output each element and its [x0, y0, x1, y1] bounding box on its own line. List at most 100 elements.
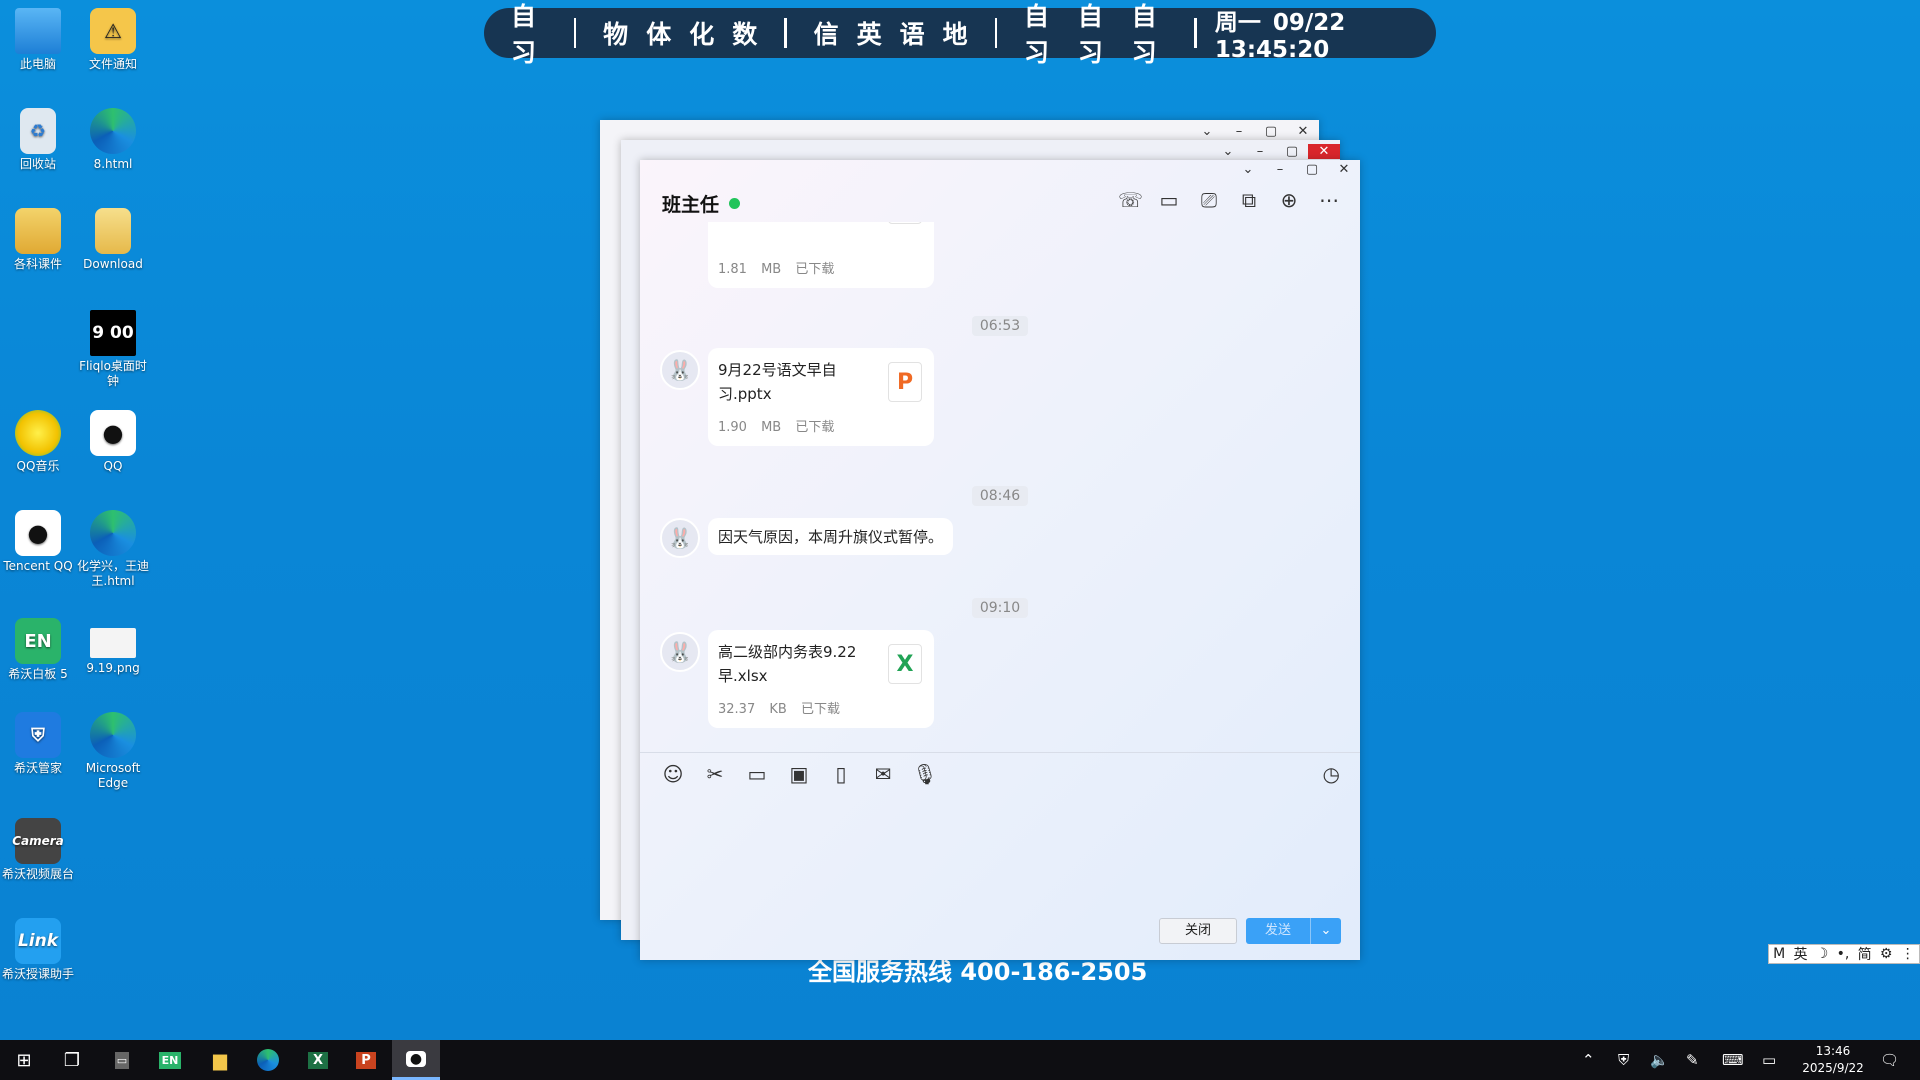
camera-app-icon[interactable]: ▭ — [98, 1040, 146, 1080]
screenshot-scissors-icon[interactable]: ✂ — [702, 762, 728, 786]
file-status: 已下载 — [795, 262, 835, 277]
desktop-icon-label: 希沃授课助手 — [1, 967, 74, 981]
remote-assist-icon[interactable]: ⧉ — [1238, 188, 1260, 212]
image-icon[interactable]: ▣ — [786, 762, 812, 786]
avatar[interactable]: 🐰 — [660, 350, 700, 390]
text-message[interactable]: 因天气原因，本周升旗仪式暂停。 — [708, 518, 954, 555]
avatar[interactable]: 🐰 — [660, 518, 700, 558]
desktop-icon-edge[interactable]: Microsoft Edge — [75, 712, 151, 791]
desktop-icon-this-pc[interactable]: 此电脑 — [0, 8, 76, 72]
online-status-dot — [729, 198, 741, 209]
qq-icon: ● — [15, 510, 61, 556]
close-button[interactable]: 关闭 — [1159, 918, 1237, 944]
file-explorer-icon[interactable]: ▆ — [196, 1040, 244, 1080]
desktop-icon-file-notice[interactable]: ⚠ 文件通知 — [75, 8, 151, 72]
schedule-slot: 自习 — [511, 2, 537, 67]
desktop-icon-chem-html[interactable]: 化学兴，王迪王.html — [75, 510, 151, 589]
ime-halfwidth[interactable]: ☽ — [1816, 946, 1829, 962]
seewo-board-app-icon[interactable]: EN — [146, 1040, 194, 1080]
notification-icon[interactable]: 🗨 — [1880, 1040, 1899, 1080]
folder-icon — [15, 208, 61, 254]
red-packet-icon[interactable]: ✉ — [870, 762, 896, 786]
excel-app-icon[interactable]: X — [294, 1040, 342, 1080]
history-clock-icon[interactable]: ◷ — [1323, 762, 1340, 786]
emoji-icon[interactable]: ☺ — [660, 762, 686, 786]
desktop-icon-courseware[interactable]: 各科课件 — [0, 208, 76, 272]
file-message[interactable]: 1.81 MB 已下载 P — [708, 222, 934, 288]
desktop-icon-seewo-manager[interactable]: ⛨ 希沃管家 — [0, 712, 76, 776]
ime-mode[interactable]: M — [1773, 946, 1785, 962]
screen-share-icon[interactable]: ⎚ — [1198, 188, 1220, 212]
chat-toolbar: ☏ ▭ ⎚ ⧉ ⊕ ⋯ — [1118, 188, 1340, 212]
pen-icon[interactable]: ✎ — [1686, 1040, 1699, 1080]
minimize-icon[interactable]: – — [1244, 144, 1276, 159]
ime-simplified[interactable]: 简 — [1858, 944, 1872, 964]
file-meta: 1.81 MB 已下载 — [718, 258, 834, 277]
chevron-down-icon[interactable]: ⌄ — [1232, 162, 1264, 177]
chevron-down-icon[interactable]: ⌄ — [1212, 144, 1244, 159]
schedule-slot: 自习 — [1077, 2, 1103, 67]
qq-app-icon[interactable]: ● — [392, 1040, 440, 1080]
task-view-icon[interactable]: ❐ — [48, 1040, 96, 1080]
schedule-clock: 周一 09/22 13:45:20 — [1214, 10, 1346, 63]
file-name: 高二级部内务表9.22早.xlsx — [718, 643, 857, 685]
minimize-icon[interactable]: – — [1223, 124, 1255, 139]
file-message[interactable]: 9月22号语文早自习.pptx 1.90 MB 已下载 P — [708, 348, 934, 446]
desktop-icon-seewo-link[interactable]: Link 希沃授课助手 — [0, 918, 76, 982]
desktop-icon-download[interactable]: Download — [75, 208, 151, 272]
desktop-icon-png[interactable]: 9.19.png — [75, 618, 151, 676]
windows-start-icon[interactable]: ⊞ — [0, 1040, 48, 1080]
desktop-icon-label: 文件通知 — [88, 57, 137, 71]
gear-icon[interactable]: ⚙ — [1880, 946, 1893, 962]
desktop-icon-qq-music[interactable]: QQ音乐 — [0, 410, 76, 474]
window-controls: ⌄ – ▢ ✕ — [1212, 144, 1340, 159]
avatar[interactable]: 🐰 — [660, 632, 700, 672]
schedule-group-2: 物 体 化 数 — [576, 15, 784, 51]
more-icon[interactable]: ⋯ — [1318, 188, 1340, 212]
display-icon[interactable]: ▭ — [1762, 1040, 1776, 1080]
phone-call-icon[interactable]: ☏ — [1118, 188, 1143, 212]
chevron-down-icon[interactable]: ⌄ — [1310, 918, 1341, 944]
minimize-icon[interactable]: – — [1264, 162, 1296, 177]
maximize-icon[interactable]: ▢ — [1296, 162, 1328, 177]
volume-icon[interactable]: 🔈 — [1650, 1040, 1669, 1080]
ime-punct[interactable]: •, — [1837, 946, 1850, 962]
tray-overflow-icon[interactable]: ⌃ — [1582, 1040, 1595, 1080]
edge-app-icon[interactable] — [244, 1040, 292, 1080]
pptx-file-icon: P — [888, 222, 922, 224]
ime-more[interactable]: ⋮ — [1901, 946, 1915, 962]
desktop-icon-tencent-qq[interactable]: ● Tencent QQ — [0, 510, 76, 574]
chevron-down-icon[interactable]: ⌄ — [1191, 124, 1223, 139]
keyboard-icon[interactable]: ⌨ — [1722, 1040, 1744, 1080]
schedule-slot: 信 — [813, 20, 839, 49]
chat-window[interactable]: ⌄–▢✕ 班主任 ☏ ▭ ⎚ ⧉ ⊕ ⋯ 1.81 MB 已下载 P 06:53… — [640, 160, 1360, 960]
maximize-icon[interactable]: ▢ — [1276, 144, 1308, 159]
maximize-icon[interactable]: ▢ — [1255, 124, 1287, 139]
security-shield-icon[interactable]: ⛨ — [1618, 1040, 1629, 1080]
desktop-icon-seewo-camera[interactable]: Camera 希沃视频展台 — [0, 818, 76, 882]
shake-icon[interactable]: ▯ — [828, 762, 854, 786]
desktop-icon-recycle-bin[interactable]: ♻ 回收站 — [0, 108, 76, 172]
folder-icon[interactable]: ▭ — [744, 762, 770, 786]
file-message[interactable]: 高二级部内务表9.22早.xlsx 32.37 KB 已下载 X — [708, 630, 934, 728]
taskbar-date: 2025/9/22 — [1802, 1061, 1864, 1075]
desktop-icon-8-html[interactable]: 8.html — [75, 108, 151, 172]
video-call-icon[interactable]: ▭ — [1158, 188, 1180, 212]
close-icon[interactable]: ✕ — [1308, 144, 1340, 159]
close-icon[interactable]: ✕ — [1287, 124, 1319, 139]
send-button[interactable]: 发送 ⌄ — [1246, 918, 1341, 944]
file-meta: 32.37 KB 已下载 — [718, 698, 840, 717]
taskbar-clock[interactable]: 13:46 2025/9/22 — [1798, 1043, 1868, 1077]
add-member-icon[interactable]: ⊕ — [1278, 188, 1300, 212]
desktop-icon-label: 化学兴，王迪王.html — [76, 559, 149, 588]
microphone-icon[interactable]: 🎙 — [912, 762, 938, 786]
desktop-icon-qq[interactable]: ● QQ — [75, 410, 151, 474]
powerpoint-app-icon[interactable]: P — [342, 1040, 390, 1080]
desktop-icon-seewo-board[interactable]: EN 希沃白板 5 — [0, 618, 76, 682]
ime-language[interactable]: 英 — [1794, 944, 1808, 964]
ime-toolbar[interactable]: M 英 ☽ •, 简 ⚙ ⋮ — [1768, 944, 1920, 964]
desktop-icon-label: Fliqlo桌面时钟 — [79, 359, 147, 388]
close-icon[interactable]: ✕ — [1328, 162, 1360, 177]
desktop-icon-fliqlo[interactable]: 9 00 Fliqlo桌面时钟 — [75, 310, 151, 389]
message-list[interactable]: 1.81 MB 已下载 P 06:53 🐰 9月22号语文早自习.pptx 1.… — [640, 222, 1360, 752]
